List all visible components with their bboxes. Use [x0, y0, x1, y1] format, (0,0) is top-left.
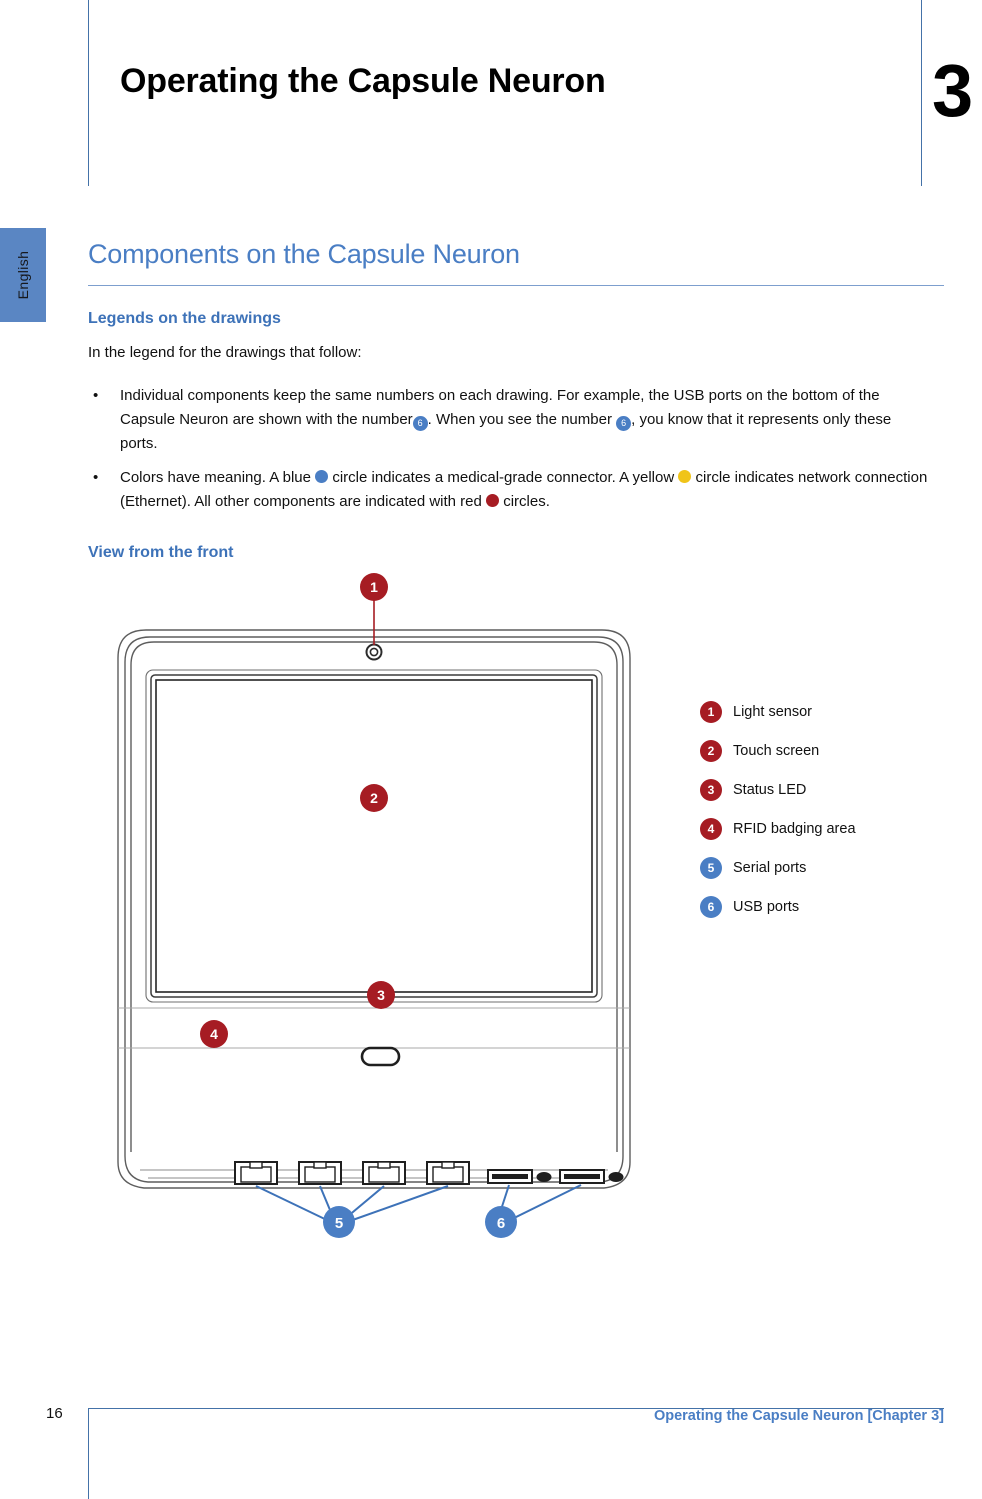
footer-text: Operating the Capsule Neuron [Chapter 3] [653, 1408, 944, 1424]
subheading-legends: Legends on the drawings [88, 310, 281, 327]
list-item: • Colors have meaning. A blue circle indi… [88, 466, 928, 514]
legend-badge-1: 1 [700, 700, 722, 723]
svg-text:5: 5 [335, 1215, 343, 1232]
legend-label-3: Status LED [733, 781, 807, 798]
bullet-text-part2: . When you see the number [427, 411, 612, 428]
blue-circle-icon [315, 470, 329, 483]
bullet-marker: • [93, 469, 99, 486]
page-number: 16 [46, 1405, 63, 1422]
legend-label-2: Touch screen [733, 742, 820, 759]
red-circle-icon [486, 494, 500, 507]
chapter-title: Operating the Capsule Neuron [120, 62, 606, 100]
figure-legend-list: 1 Light sensor 2 Touch screen 3 Status L… [700, 692, 856, 926]
chapter-number: 3 [932, 49, 974, 132]
legend-badge-2: 2 [700, 739, 722, 762]
bullet-text-part2: circle indicates a medical-grade connect… [332, 469, 675, 486]
bullet-text-part4: circles. [503, 493, 550, 510]
section-heading: Components on the Capsule Neuron [88, 239, 520, 269]
svg-text:1: 1 [370, 579, 378, 595]
legend-rules-list: • Individual components keep the same num… [88, 384, 928, 524]
section-heading-rule [88, 285, 944, 286]
list-item: 5 Serial ports [700, 848, 856, 887]
svg-text:6: 6 [497, 1215, 505, 1232]
yellow-circle-icon [678, 470, 692, 483]
language-tab-label: English [15, 250, 31, 300]
legend-badge-3: 3 [700, 778, 722, 801]
svg-text:2: 2 [370, 790, 378, 806]
header-rule-left [88, 0, 89, 186]
legend-badge-5: 5 [700, 856, 722, 879]
legend-label-6: USB ports [733, 898, 800, 915]
usb-number-badge-inline-2: 6 [616, 416, 632, 431]
svg-text:3: 3 [377, 987, 385, 1003]
legend-label-4: RFID badging area [733, 820, 856, 837]
bullet-marker: • [93, 387, 99, 404]
legend-label-5: Serial ports [733, 859, 807, 876]
subheading-view-from-front: View from the front [88, 544, 234, 561]
list-item: 2 Touch screen [700, 731, 856, 770]
list-item: 6 USB ports [700, 887, 856, 926]
list-item: • Individual components keep the same num… [88, 384, 928, 456]
legend-label-1: Light sensor [733, 703, 812, 720]
bullet-text-part1: Colors have meaning. A blue [120, 469, 311, 486]
list-item: 4 RFID badging area [700, 809, 856, 848]
usb-number-badge-inline-1: 6 [412, 416, 428, 431]
language-tab: English [0, 228, 46, 322]
legend-badge-4: 4 [700, 817, 722, 840]
header-rule-right [921, 0, 922, 186]
footer-rule-vertical [88, 1408, 89, 1499]
list-item: 3 Status LED [700, 770, 856, 809]
document-page: Operating the Capsule Neuron 3 English C… [0, 0, 982, 1499]
intro-paragraph: In the legend for the drawings that foll… [88, 344, 362, 361]
list-item: 1 Light sensor [700, 692, 856, 731]
legend-badge-6: 6 [700, 895, 722, 918]
svg-text:4: 4 [210, 1026, 218, 1042]
